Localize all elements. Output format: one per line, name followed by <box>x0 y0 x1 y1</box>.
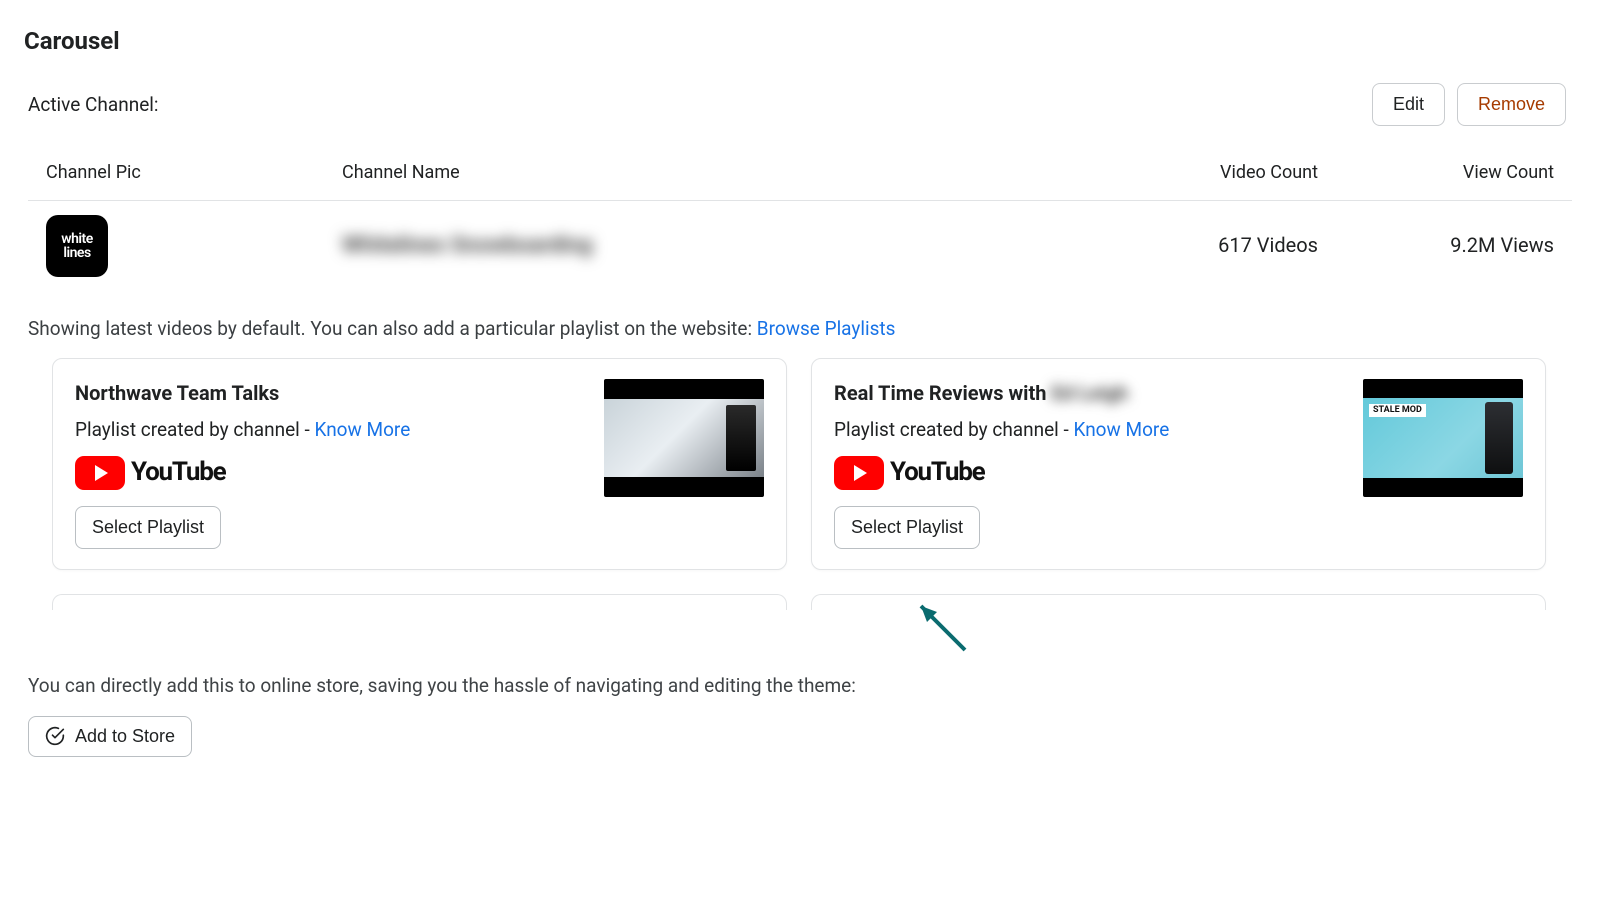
view-count: 9.2M Views <box>1334 231 1554 260</box>
th-video-count: Video Count <box>1118 160 1318 186</box>
check-circle-icon <box>45 726 65 746</box>
thumbnail-badge: STALE MOD <box>1369 404 1426 417</box>
playlist-card-peek <box>811 594 1546 610</box>
playlist-title: Northwave Team Talks <box>75 379 584 408</box>
remove-button[interactable]: Remove <box>1457 83 1566 126</box>
playlists-scroll-area[interactable]: Northwave Team Talks Playlist created by… <box>52 358 1552 638</box>
channel-name: Whitelines Snowboarding <box>342 230 1102 262</box>
channel-avatar: whitelines <box>46 215 108 277</box>
playlist-title: Real Time Reviews with Ed Leigh <box>834 379 1343 408</box>
know-more-link[interactable]: Know More <box>314 418 410 441</box>
add-to-store-button[interactable]: Add to Store <box>28 716 192 757</box>
table-row: whitelines Whitelines Snowboarding 617 V… <box>28 201 1572 291</box>
youtube-wordmark: YouTube <box>890 454 985 492</box>
select-playlist-button[interactable]: Select Playlist <box>75 506 221 549</box>
add-to-store-label: Add to Store <box>75 726 175 747</box>
youtube-logo: YouTube <box>834 454 1343 492</box>
playlist-card: Northwave Team Talks Playlist created by… <box>52 358 787 569</box>
channel-avatar-text: whitelines <box>61 232 93 260</box>
channel-pic-cell: whitelines <box>46 215 326 277</box>
th-channel-name: Channel Name <box>342 160 1102 186</box>
playlists-next-row-peek <box>52 594 1546 610</box>
youtube-play-icon <box>75 456 125 490</box>
select-playlist-button[interactable]: Select Playlist <box>834 506 980 549</box>
active-channel-header: Active Channel: Edit Remove <box>24 83 1576 126</box>
browse-playlists-link[interactable]: Browse Playlists <box>757 317 896 340</box>
channel-table-header: Channel Pic Channel Name Video Count Vie… <box>28 146 1572 201</box>
page-title: Carousel <box>24 24 1576 59</box>
add-to-store-info: You can directly add this to online stor… <box>28 672 1572 700</box>
active-channel-label: Active Channel: <box>28 91 159 119</box>
playlist-thumbnail <box>604 379 764 497</box>
channel-table: Channel Pic Channel Name Video Count Vie… <box>28 146 1572 291</box>
th-channel-pic: Channel Pic <box>46 160 326 186</box>
playlist-subtitle: Playlist created by channel - Know More <box>75 416 584 444</box>
youtube-logo: YouTube <box>75 454 584 492</box>
playlist-subtitle: Playlist created by channel - Know More <box>834 416 1343 444</box>
playlist-card: Real Time Reviews with Ed Leigh Playlist… <box>811 358 1546 569</box>
playlists-grid: Northwave Team Talks Playlist created by… <box>52 358 1546 569</box>
video-count: 617 Videos <box>1118 231 1318 260</box>
youtube-wordmark: YouTube <box>131 454 226 492</box>
playlist-thumbnail: STALE MOD <box>1363 379 1523 497</box>
edit-button[interactable]: Edit <box>1372 83 1445 126</box>
youtube-play-icon <box>834 456 884 490</box>
playlist-info-line: Showing latest videos by default. You ca… <box>28 315 1572 343</box>
info-prefix: Showing latest videos by default. You ca… <box>28 317 757 340</box>
th-view-count: View Count <box>1334 160 1554 186</box>
header-actions: Edit Remove <box>1372 83 1566 126</box>
playlist-card-peek <box>52 594 787 610</box>
know-more-link[interactable]: Know More <box>1073 418 1169 441</box>
